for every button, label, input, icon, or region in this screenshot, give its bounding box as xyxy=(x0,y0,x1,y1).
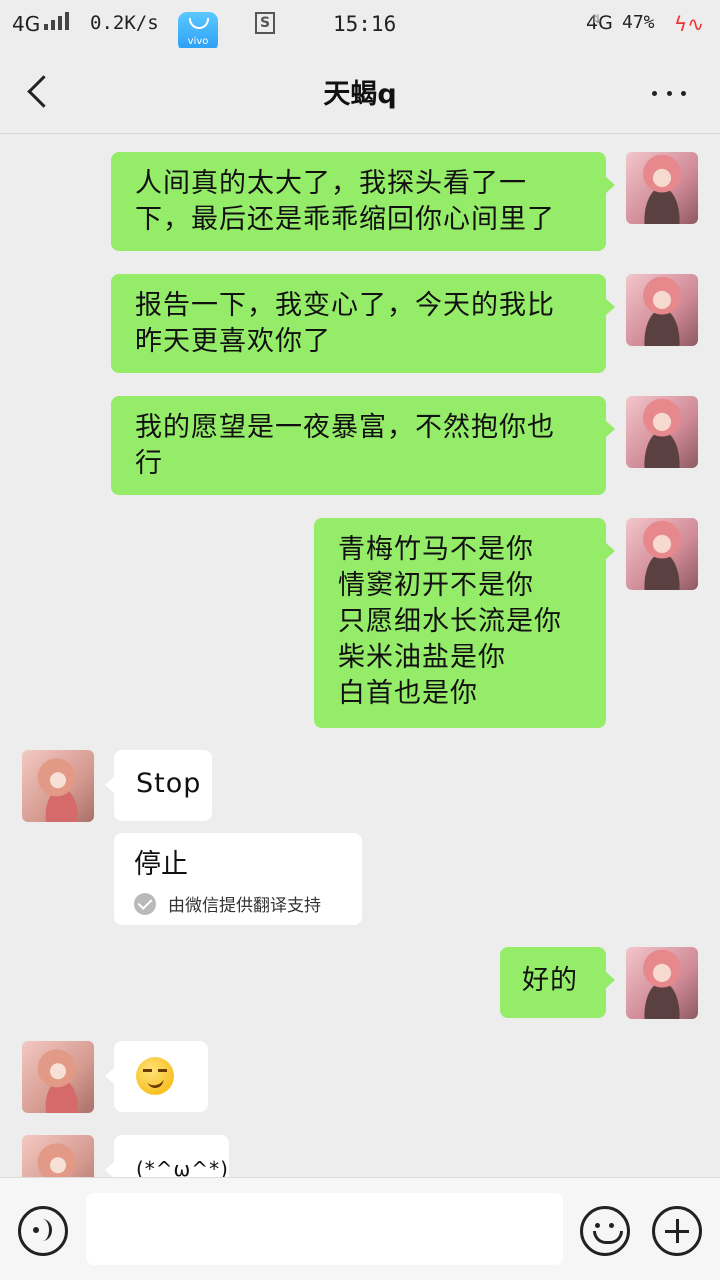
outgoing-message[interactable]: 人间真的太大了，我探头看了一 下，最后还是乖乖缩回你心间里了 xyxy=(111,152,615,251)
my-avatar[interactable] xyxy=(626,518,698,590)
message-line: 白首也是你 xyxy=(338,678,478,709)
incoming-message[interactable] xyxy=(105,1041,208,1112)
message-text: 好的 xyxy=(522,965,578,996)
translation-text: 停止 xyxy=(134,849,188,880)
chat-title: 天蝎q xyxy=(323,79,397,110)
contact-avatar[interactable] xyxy=(22,1041,94,1113)
message-line: 青梅竹马不是你 xyxy=(338,534,534,565)
status-bar: 4G 0.2K/s vivo S 15:16 4G ⇅ 47% ϟ∿ xyxy=(0,0,720,52)
outgoing-message[interactable]: 青梅竹马不是你 情窦初开不是你 只愿细水长流是你 柴米油盐是你 白首也是你 xyxy=(314,518,615,728)
voice-icon[interactable] xyxy=(18,1206,68,1256)
message-line: 情窦初开不是你 xyxy=(338,570,534,601)
battery-level: 47% xyxy=(622,12,655,33)
incoming-message[interactable]: (*^ω^*) xyxy=(105,1135,229,1177)
signal-icon xyxy=(44,12,69,30)
message-input[interactable] xyxy=(86,1193,563,1265)
emoji-icon[interactable] xyxy=(580,1206,630,1256)
s-app-icon: S xyxy=(255,12,275,34)
plus-icon[interactable] xyxy=(652,1206,702,1256)
translation-note: 由微信提供翻译支持 xyxy=(134,891,342,916)
message-list[interactable]: 人间真的太大了，我探头看了一 下，最后还是乖乖缩回你心间里了 报告一下，我变心了… xyxy=(0,135,720,1177)
message-line: 报告一下，我变心了，今天的我比 xyxy=(135,290,555,321)
message-line: 只愿细水长流是你 xyxy=(338,606,562,637)
message-line: 柴米油盐是你 xyxy=(338,642,506,673)
more-dots-icon[interactable] xyxy=(646,78,692,108)
charging-pulse-icon: ϟ∿ xyxy=(674,12,704,36)
message-line: 人间真的太大了，我探头看了一 xyxy=(135,168,527,199)
message-line: 我的愿望是一夜暴富，不然抱你也 xyxy=(135,412,555,443)
input-bar xyxy=(0,1177,720,1280)
message-text: Stop xyxy=(136,768,202,799)
contact-avatar[interactable] xyxy=(22,1135,94,1177)
my-avatar[interactable] xyxy=(626,152,698,224)
message-line: 行 xyxy=(135,448,163,479)
smirk-emoji-icon xyxy=(136,1057,174,1095)
message-line: 下，最后还是乖乖缩回你心间里了 xyxy=(135,204,555,235)
my-avatar[interactable] xyxy=(626,947,698,1019)
contact-avatar[interactable] xyxy=(22,750,94,822)
incoming-message[interactable]: Stop xyxy=(105,750,212,821)
check-icon xyxy=(134,892,156,915)
message-text: (*^ω^*) xyxy=(136,1157,229,1177)
vivo-store-icon: vivo xyxy=(178,12,218,52)
translation-credit: 由微信提供翻译支持 xyxy=(168,896,321,916)
outgoing-message[interactable]: 好的 xyxy=(500,947,615,1018)
outgoing-message[interactable]: 我的愿望是一夜暴富，不然抱你也 行 xyxy=(111,396,615,495)
network-speed: 0.2K/s xyxy=(90,12,159,34)
network-type: 4G xyxy=(12,12,41,36)
data-arrows-icon: ⇅ xyxy=(591,12,602,26)
clock: 15:16 xyxy=(333,12,397,36)
message-line: 昨天更喜欢你了 xyxy=(135,326,331,357)
chat-header: 天蝎q xyxy=(0,48,720,134)
my-avatar[interactable] xyxy=(626,274,698,346)
translation-card[interactable]: 停止 由微信提供翻译支持 xyxy=(114,833,362,925)
my-avatar[interactable] xyxy=(626,396,698,468)
outgoing-message[interactable]: 报告一下，我变心了，今天的我比 昨天更喜欢你了 xyxy=(111,274,615,373)
